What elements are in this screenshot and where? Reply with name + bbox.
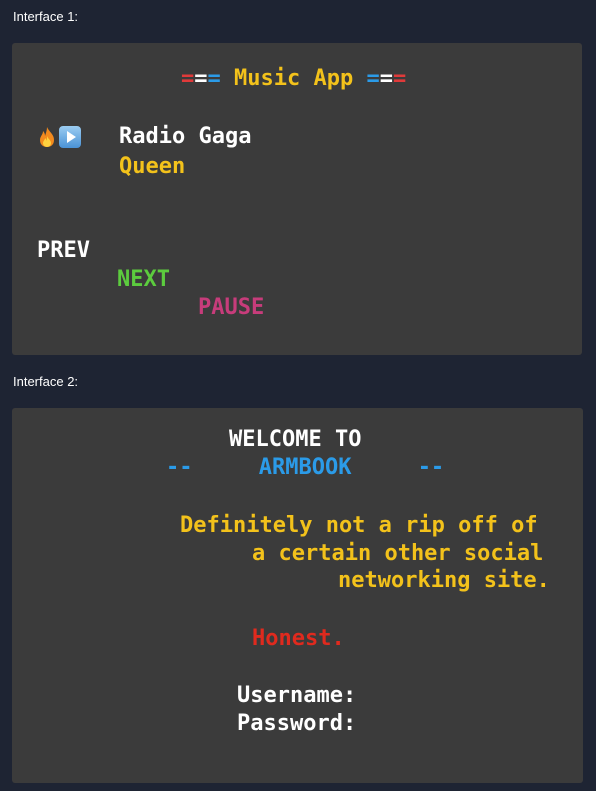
- artist-name: Queen: [119, 154, 186, 179]
- brand-line: -- ARMBOOK --: [166, 454, 444, 482]
- brand-name: ARMBOOK: [258, 455, 352, 480]
- title-dash-blue-right: =: [366, 66, 380, 91]
- song-title: Radio Gaga: [119, 124, 252, 149]
- music-app-panel: === Music App === Radio Gaga Queen PREV …: [12, 43, 582, 355]
- next-button[interactable]: NEXT: [117, 266, 170, 294]
- title-dash-blue-left: =: [207, 66, 221, 91]
- brand-dash-left: --: [166, 455, 193, 480]
- welcome-heading: WELCOME TO: [229, 427, 362, 452]
- brand-dash-right: --: [417, 455, 445, 480]
- play-icon[interactable]: [59, 126, 81, 148]
- music-app-title: === Music App ===: [181, 65, 406, 93]
- tagline-line-2: a certain other social: [252, 541, 544, 566]
- prev-button[interactable]: PREV: [37, 237, 90, 265]
- fire-icon: [37, 126, 57, 148]
- title-dash-white-left: =: [194, 66, 208, 91]
- honest-text: Honest.: [252, 626, 345, 651]
- interface-2-caption: Interface 2:: [13, 374, 79, 389]
- pause-button[interactable]: PAUSE: [198, 294, 264, 322]
- interface-1-caption: Interface 1:: [13, 9, 79, 24]
- tagline-line-3: networking site.: [338, 568, 550, 593]
- password-field-label[interactable]: Password:: [237, 710, 356, 738]
- title-dash-red-right: =: [392, 66, 407, 91]
- tagline-line-1: Definitely not a rip off of: [180, 513, 538, 538]
- title-dash-red-left: =: [181, 66, 195, 91]
- now-playing-icons: [37, 125, 81, 149]
- title-dash-white-right: =: [379, 66, 393, 91]
- armbook-login-panel: WELCOME TO -- ARMBOOK -- Definitely not …: [12, 408, 583, 783]
- title-text: Music App: [220, 66, 367, 91]
- username-field-label[interactable]: Username:: [237, 682, 356, 710]
